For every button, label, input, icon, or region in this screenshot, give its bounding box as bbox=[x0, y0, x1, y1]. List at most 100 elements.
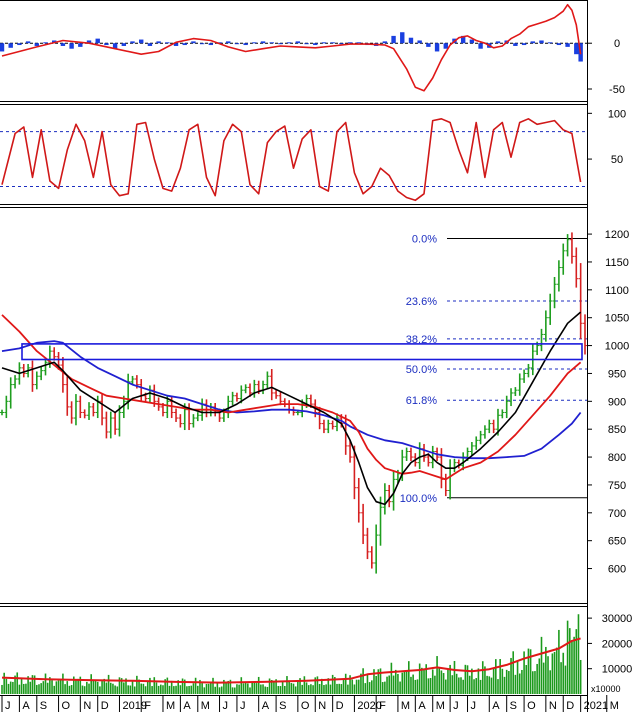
macd-histogram-bar bbox=[78, 43, 83, 47]
support-zone-box bbox=[21, 343, 583, 361]
macd-histogram-bar bbox=[478, 43, 483, 49]
volume-panel bbox=[1, 614, 582, 694]
macd-histogram-bar bbox=[234, 43, 240, 45]
panel-frames bbox=[0, 0, 588, 712]
stoch-tick-label: 100 bbox=[608, 108, 626, 120]
fib-level-label: 100.0% bbox=[400, 493, 438, 505]
x-tick-label: S bbox=[510, 700, 517, 712]
macd-histogram-bar bbox=[469, 39, 475, 44]
price-tick-label: 750 bbox=[608, 480, 626, 492]
fib-level-label: 50.0% bbox=[406, 364, 437, 376]
x-tick-label: M bbox=[166, 700, 175, 712]
price-tick-label: 1200 bbox=[605, 229, 629, 241]
macd-histogram-bar bbox=[165, 42, 170, 44]
x-tick-label: D bbox=[566, 700, 574, 712]
y-axis-ticks: 0 -50 100 50 1200 1150 1100 1050 1000 950 900 850 80… bbox=[587, 38, 633, 676]
macd-histogram-bar bbox=[295, 41, 301, 44]
macd-histogram-bar bbox=[0, 43, 5, 52]
macd-histogram-bar bbox=[339, 43, 344, 45]
macd-tick-label: 0 bbox=[614, 38, 620, 50]
volume-tick-label: 30000 bbox=[602, 613, 633, 625]
macd-histogram-bar bbox=[408, 37, 414, 44]
macd-histogram-bar bbox=[426, 43, 431, 47]
x-tick-label: O bbox=[301, 700, 310, 712]
macd-histogram-bar bbox=[43, 42, 48, 44]
macd-histogram-bar bbox=[208, 43, 214, 46]
price-tick-label: 900 bbox=[608, 396, 626, 408]
macd-histogram-bar bbox=[321, 42, 327, 44]
fib-level-label: 61.8% bbox=[406, 395, 437, 407]
price-panel: 0.0%23.6%38.2%50.0%61.8%100.0% bbox=[0, 232, 587, 574]
macd-histogram-bar bbox=[443, 43, 448, 49]
x-tick-label: M bbox=[436, 700, 445, 712]
macd-histogram-bar bbox=[139, 39, 144, 44]
macd-histogram-bar bbox=[434, 43, 440, 52]
x-tick-label: N bbox=[83, 700, 91, 712]
stock-chart: 0.0%23.6%38.2%50.0%61.8%100.0% 0-5010050… bbox=[0, 0, 633, 712]
x-axis-ticks: J A S O N D 2019F M A M J J A S O N D 2020F M A M J J A S O N D 2021… bbox=[1, 695, 619, 712]
macd-histogram-bar bbox=[347, 42, 353, 44]
x-tick-label: A bbox=[183, 700, 191, 712]
macd-histogram-bar bbox=[199, 43, 205, 45]
x-tick-label: J bbox=[453, 700, 459, 712]
price-tick-label: 950 bbox=[608, 368, 626, 380]
macd-panel bbox=[0, 3, 587, 92]
x-tick-label: J bbox=[223, 700, 229, 712]
macd-line bbox=[1, 3, 582, 92]
x-tick-label: D bbox=[336, 700, 344, 712]
x-tick-label: S bbox=[40, 700, 47, 712]
fib-level-label: 0.0% bbox=[412, 234, 437, 246]
macd-histogram-bar bbox=[69, 43, 74, 49]
x-tick-label: M bbox=[201, 700, 210, 712]
price-tick-label: 1100 bbox=[605, 285, 629, 297]
x-tick-label: M bbox=[401, 700, 410, 712]
macd-histogram-bar bbox=[269, 42, 274, 44]
macd-histogram-bar bbox=[521, 43, 527, 46]
macd-histogram-bar bbox=[530, 41, 535, 44]
price-tick-label: 850 bbox=[608, 424, 626, 436]
stoch-line bbox=[1, 118, 582, 202]
volume-tick-label: 10000 bbox=[602, 664, 633, 676]
price-tick-label: 800 bbox=[608, 452, 626, 464]
macd-histogram-bar bbox=[400, 32, 405, 44]
stoch-tick-label: 50 bbox=[611, 154, 623, 166]
x-tick-label: J bbox=[471, 700, 477, 712]
price-tick-label: 600 bbox=[608, 564, 626, 576]
macd-histogram-bar bbox=[182, 43, 187, 46]
macd-histogram-bar bbox=[547, 42, 553, 44]
macd-histogram-bar bbox=[191, 41, 196, 44]
macd-histogram-bar bbox=[565, 43, 570, 47]
macd-histogram-bar bbox=[34, 43, 40, 46]
macd-histogram-bar bbox=[286, 42, 292, 44]
macd-histogram-bar bbox=[391, 35, 396, 44]
x-tick-label: O bbox=[527, 700, 536, 712]
price-tick-label: 1050 bbox=[605, 313, 629, 325]
macd-histogram-bar bbox=[147, 43, 153, 46]
x-tick-label: 2021 bbox=[584, 700, 608, 712]
macd-histogram-bar bbox=[556, 43, 562, 46]
macd-histogram-bar bbox=[304, 43, 309, 45]
x-tick-label: A bbox=[262, 700, 270, 712]
macd-histogram-bar bbox=[539, 40, 544, 44]
price-tick-label: 650 bbox=[608, 536, 626, 548]
macd-histogram-bar bbox=[417, 40, 422, 44]
macd-histogram-bar bbox=[8, 43, 13, 48]
price-tick-label: 700 bbox=[608, 508, 626, 520]
x-tick-label: S bbox=[279, 700, 286, 712]
x-tick-label: A bbox=[418, 700, 426, 712]
macd-histogram-bar bbox=[330, 42, 335, 44]
x-tick-label: A bbox=[22, 700, 30, 712]
price-tick-label: 1150 bbox=[605, 257, 629, 269]
x-tick-label: J bbox=[5, 700, 11, 712]
macd-tick-label: -50 bbox=[609, 84, 625, 96]
volume-tick-label: 20000 bbox=[602, 638, 633, 650]
x-tick-label: F bbox=[379, 700, 386, 712]
macd-histogram-bar bbox=[260, 41, 266, 44]
macd-histogram-bar bbox=[313, 43, 318, 46]
macd-histogram-bar bbox=[130, 41, 135, 44]
macd-histogram-bar bbox=[243, 43, 248, 46]
macd-histogram-bar bbox=[382, 41, 388, 44]
macd-histogram-bar bbox=[104, 43, 109, 46]
fib-level-label: 23.6% bbox=[406, 296, 437, 308]
stochastic-panel bbox=[0, 118, 587, 202]
